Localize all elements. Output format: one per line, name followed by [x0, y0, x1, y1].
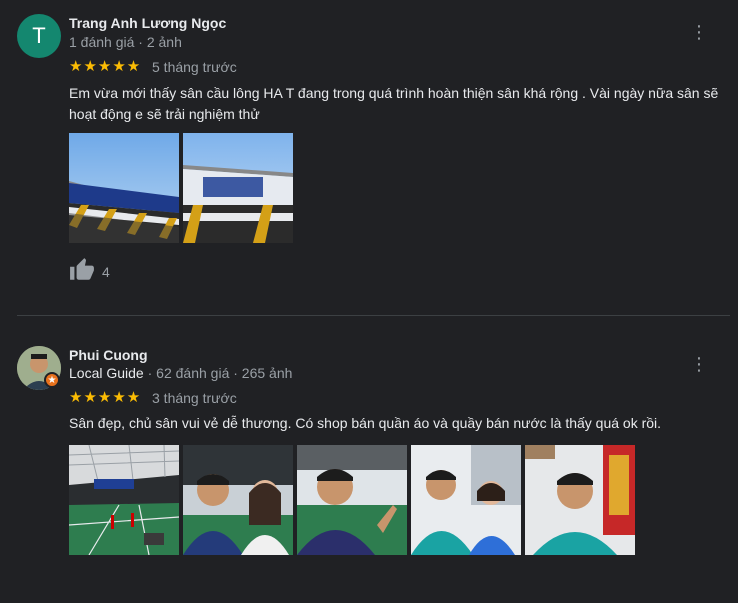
reviewer-meta: 1 đánh giá · 2 ảnh — [69, 34, 182, 50]
reviewer-name[interactable]: Phui Cuong — [69, 347, 148, 363]
review-text: Em vừa mới thấy sân cầu lông HA T đang t… — [69, 85, 719, 122]
local-guide-badge-icon: ★ — [44, 372, 60, 388]
review-photo[interactable] — [183, 133, 293, 243]
like-count: 4 — [102, 264, 110, 280]
reviewer-avatar[interactable]: T — [17, 14, 61, 58]
review-photo[interactable] — [69, 445, 179, 555]
more-options-icon[interactable]: ⋮ — [690, 354, 708, 374]
review-card: ★ Phui Cuong Local Guide · 62 đánh giá ·… — [0, 316, 738, 603]
review-time: 3 tháng trước — [152, 390, 237, 406]
reviewer-meta: Local Guide · 62 đánh giá · 265 ảnh — [69, 365, 293, 381]
review-time: 5 tháng trước — [152, 59, 237, 75]
star-rating: ★★★★★ — [69, 389, 142, 406]
review-text: Sân đẹp, chủ sân vui vẻ dễ thương. Có sh… — [69, 415, 662, 431]
reviewer-counts: 62 đánh giá · 265 ảnh — [156, 365, 293, 381]
review-photo[interactable] — [411, 445, 521, 555]
review-photo[interactable] — [525, 445, 635, 555]
reviewer-name[interactable]: Trang Anh Lương Ngọc — [69, 15, 226, 31]
star-rating: ★★★★★ — [69, 58, 142, 75]
more-options-icon[interactable]: ⋮ — [690, 22, 708, 42]
review-photo[interactable] — [183, 445, 293, 555]
reviewer-avatar[interactable]: ★ — [17, 346, 61, 390]
review-card: T Trang Anh Lương Ngọc 1 đánh giá · 2 ản… — [0, 0, 738, 315]
like-icon[interactable] — [69, 257, 95, 283]
avatar-letter: T — [32, 23, 46, 48]
review-photo[interactable] — [69, 133, 179, 243]
review-photo[interactable] — [297, 445, 407, 555]
local-guide-label: Local Guide — [69, 365, 144, 381]
